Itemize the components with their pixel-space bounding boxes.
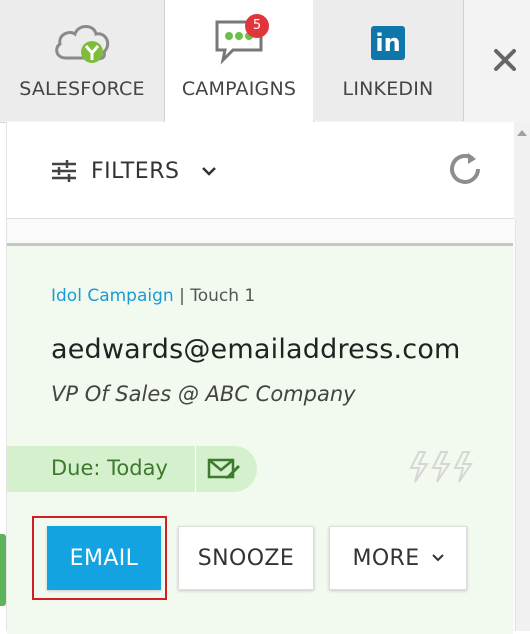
contact-email: aedwards@emailaddress.com (51, 334, 461, 365)
campaign-name-link[interactable]: Idol Campaign (51, 286, 174, 306)
more-button[interactable]: MORE (329, 526, 467, 590)
snooze-button[interactable]: SNOOZE (178, 526, 314, 590)
refresh-icon (450, 153, 480, 184)
touch-label: | Touch 1 (179, 286, 256, 306)
salesforce-cloud-icon (50, 18, 114, 68)
lightning-icon (407, 450, 477, 488)
campaigns-count-badge: 5 (245, 14, 269, 38)
contact-title: VP Of Sales @ ABC Company (51, 382, 356, 406)
more-label: MORE (352, 545, 420, 571)
side-drawer-tab[interactable] (0, 534, 6, 606)
sliders-icon (52, 160, 76, 182)
due-divider (195, 446, 196, 492)
scrollbar[interactable] (514, 122, 530, 631)
due-pill: Due: Today (7, 446, 257, 492)
campaign-card: Idol Campaign | Touch 1 aedwards@emailad… (7, 243, 513, 634)
tab-salesforce[interactable]: SALESFORCE (0, 0, 165, 121)
chevron-down-icon (202, 167, 217, 176)
tab-campaigns[interactable]: CAMPAIGNS (164, 0, 314, 122)
scroll-up-arrow[interactable] (517, 130, 527, 136)
close-icon (494, 49, 516, 71)
due-label: Due: Today (51, 456, 168, 480)
filters-label: FILTERS (91, 158, 180, 184)
filters-dropdown[interactable]: FILTERS (51, 154, 217, 188)
tab-linkedin[interactable]: in LINKEDIN (313, 0, 464, 121)
linkedin-icon: in (371, 26, 405, 60)
tab-bar: SALESFORCE CAMPAIGNS 5 in LINKEDIN (0, 0, 530, 123)
campaign-line: Idol Campaign | Touch 1 (51, 286, 255, 306)
refresh-button[interactable] (445, 149, 485, 193)
close-button[interactable] (485, 42, 525, 78)
chevron-down-icon (431, 554, 444, 562)
tab-label-salesforce: SALESFORCE (19, 78, 145, 100)
edit-mail-icon (207, 458, 240, 479)
tab-label-campaigns: CAMPAIGNS (181, 78, 297, 100)
filter-toolbar: FILTERS (6, 122, 516, 219)
tab-label-linkedin: LINKEDIN (342, 78, 434, 100)
edit-mail-button[interactable] (207, 456, 241, 486)
email-button[interactable]: EMAIL (47, 526, 161, 590)
